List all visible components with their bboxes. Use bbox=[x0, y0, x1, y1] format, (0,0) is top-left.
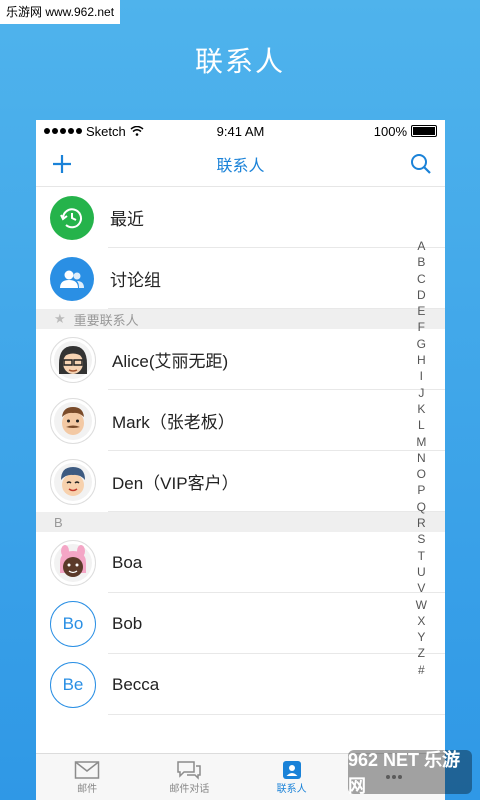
contact-name: Mark（张老板） bbox=[112, 413, 235, 432]
index-letter[interactable]: X bbox=[417, 613, 425, 629]
alphabet-index[interactable]: A B C D E F G H I J K L M N O P Q R S T U V W X Y Z # bbox=[416, 238, 427, 678]
index-letter[interactable]: P bbox=[417, 482, 425, 498]
contact-name: Bob bbox=[112, 613, 143, 633]
tab-mail-conversation[interactable]: 邮件对话 bbox=[138, 754, 240, 800]
mail-icon bbox=[74, 760, 100, 779]
index-letter[interactable]: V bbox=[417, 580, 425, 596]
index-letter[interactable]: C bbox=[417, 271, 426, 287]
index-letter[interactable]: W bbox=[416, 597, 427, 613]
list-item-recent[interactable]: 最近 bbox=[36, 187, 445, 248]
index-letter[interactable]: U bbox=[417, 564, 426, 580]
contact-row[interactable]: Mark（张老板） bbox=[36, 390, 445, 451]
promo-title: 联系人 bbox=[194, 46, 285, 77]
section-header-b: B bbox=[36, 512, 445, 532]
index-letter[interactable]: Q bbox=[417, 499, 426, 515]
list-item-label: 讨论组 bbox=[110, 271, 161, 290]
index-letter[interactable]: B bbox=[417, 254, 425, 270]
contact-name: Alice(艾丽无距) bbox=[112, 352, 229, 371]
tab-label: 联系人 bbox=[276, 783, 307, 795]
index-letter[interactable]: F bbox=[418, 319, 425, 335]
bottom-watermark: 962 NET 乐游网 bbox=[348, 750, 472, 796]
section-header-starred: ★ 重要联系人 bbox=[36, 309, 445, 329]
top-watermark: 乐游网 www.962.net bbox=[0, 0, 121, 24]
index-letter[interactable]: Y bbox=[417, 629, 425, 645]
index-letter[interactable]: I bbox=[420, 368, 423, 384]
avatar-initials: Be bbox=[50, 661, 96, 708]
phone-screen: Sketch 9:41 AM 100% 联系人 最近 讨论组 ★ 重要联系人 A… bbox=[36, 120, 445, 800]
search-icon bbox=[411, 154, 431, 174]
section-header-label: B bbox=[54, 514, 63, 530]
index-letter[interactable]: M bbox=[416, 434, 426, 450]
avatar bbox=[50, 336, 96, 383]
index-letter[interactable]: K bbox=[417, 401, 425, 417]
group-icon bbox=[50, 256, 94, 301]
nav-bar: 联系人 bbox=[36, 142, 445, 187]
index-letter[interactable]: T bbox=[418, 548, 425, 564]
index-letter[interactable]: E bbox=[417, 303, 425, 319]
contact-name: Becca bbox=[112, 674, 160, 694]
search-button[interactable] bbox=[407, 150, 435, 178]
contact-row[interactable]: Alice(艾丽无距) bbox=[36, 329, 445, 390]
tab-contacts[interactable]: 联系人 bbox=[241, 754, 343, 800]
contact-row[interactable]: Bo Bob bbox=[36, 593, 445, 654]
index-letter[interactable]: H bbox=[417, 352, 426, 368]
tab-mail[interactable]: 邮件 bbox=[36, 754, 138, 800]
index-letter[interactable]: G bbox=[417, 336, 426, 352]
avatar bbox=[50, 458, 96, 505]
contact-list: 最近 讨论组 ★ 重要联系人 Alice(艾丽无距) Mark（张老板） Den… bbox=[36, 187, 445, 715]
battery-icon bbox=[411, 125, 437, 137]
contact-name: Den（VIP客户） bbox=[112, 474, 239, 493]
list-item-label: 最近 bbox=[110, 210, 144, 229]
recent-icon bbox=[50, 195, 94, 240]
tab-label: 邮件对话 bbox=[169, 783, 210, 795]
index-letter[interactable]: S bbox=[417, 531, 425, 547]
contacts-icon bbox=[282, 760, 301, 779]
contact-name: Boa bbox=[112, 552, 143, 572]
star-icon: ★ bbox=[54, 311, 66, 326]
status-bar: Sketch 9:41 AM 100% bbox=[36, 120, 445, 142]
list-item-discussion-group[interactable]: 讨论组 bbox=[36, 248, 445, 309]
index-letter[interactable]: L bbox=[418, 417, 425, 433]
chat-icon bbox=[177, 760, 202, 780]
avatar-initials: Bo bbox=[50, 600, 96, 647]
section-header-label: 重要联系人 bbox=[73, 312, 139, 328]
index-letter[interactable]: # bbox=[418, 662, 425, 678]
index-letter[interactable]: Z bbox=[418, 645, 425, 661]
index-letter[interactable]: R bbox=[417, 515, 426, 531]
index-letter[interactable]: N bbox=[417, 450, 426, 466]
index-letter[interactable]: O bbox=[417, 466, 426, 482]
index-letter[interactable]: A bbox=[417, 238, 425, 254]
avatar bbox=[50, 397, 96, 444]
tab-label: 邮件 bbox=[77, 783, 98, 795]
contact-row[interactable]: Be Becca bbox=[36, 654, 445, 715]
index-letter[interactable]: J bbox=[418, 385, 424, 401]
status-time: 9:41 AM bbox=[216, 123, 265, 139]
avatar bbox=[50, 539, 96, 586]
page-title: 联系人 bbox=[216, 158, 265, 175]
contact-row[interactable]: Boa bbox=[36, 532, 445, 593]
contact-row[interactable]: Den（VIP客户） bbox=[36, 451, 445, 512]
index-letter[interactable]: D bbox=[417, 287, 426, 303]
